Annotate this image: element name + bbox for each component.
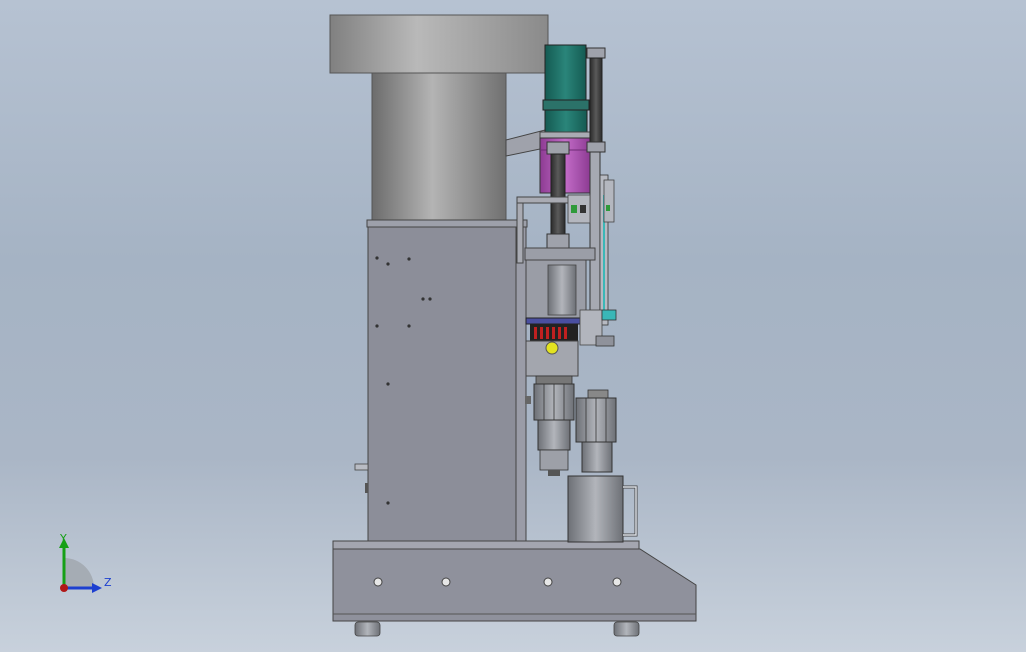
- graphics-viewport[interactable]: Y Z: [0, 0, 1026, 652]
- right-spindle: [575, 389, 617, 473]
- support-arm: [505, 129, 546, 157]
- hopper: [329, 14, 549, 221]
- origin-point: [60, 584, 68, 592]
- z-axis-label: Z: [104, 576, 112, 589]
- left-spindle: [525, 375, 575, 476]
- base: [332, 540, 697, 637]
- y-axis-label: Y: [59, 532, 67, 545]
- machine-model-drawing[interactable]: [0, 0, 1026, 652]
- bottle-holder: [567, 475, 638, 543]
- green-motor: [539, 44, 593, 139]
- cabinet: [354, 219, 528, 543]
- orientation-triad: Y Z: [59, 532, 112, 593]
